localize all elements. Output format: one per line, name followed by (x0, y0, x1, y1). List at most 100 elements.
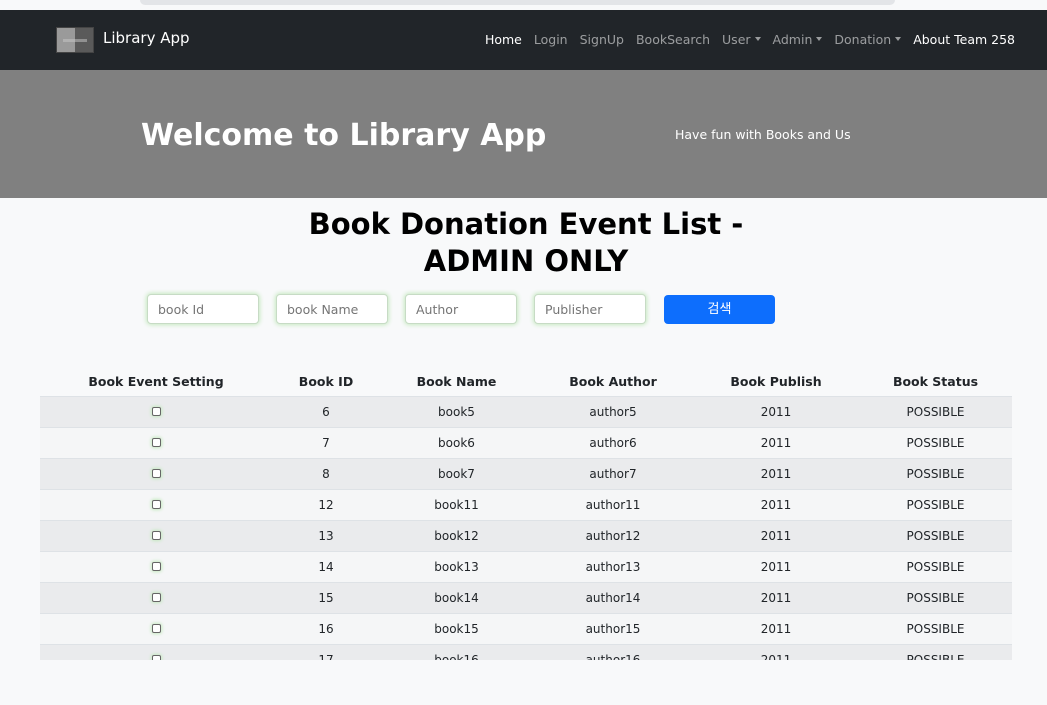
event-checkbox[interactable] (151, 499, 161, 509)
browser-top-strip (0, 0, 1047, 10)
book-name-cell: book13 (380, 550, 533, 582)
book-id-cell: 8 (272, 457, 380, 489)
book-name-cell: book12 (380, 519, 533, 551)
book-status-cell: POSSIBLE (859, 550, 1012, 582)
book-name-cell: book15 (380, 612, 533, 644)
book-author-cell: author15 (533, 612, 693, 644)
event-setting-cell (40, 519, 272, 551)
event-setting-cell (40, 581, 272, 613)
book-author-cell: author5 (533, 395, 693, 427)
nav-booksearch[interactable]: BookSearch (636, 32, 710, 47)
page-title-line1: Book Donation Event List - (308, 207, 744, 241)
logo-image[interactable] (56, 27, 94, 53)
navbar: Library App Home Login SignUp BookSearch… (0, 10, 1047, 70)
table-row: 6 book5 author5 2011 POSSIBLE (40, 395, 1012, 427)
event-table-container[interactable]: Book Event Setting Book ID Book Name Boo… (40, 366, 1012, 660)
book-name-cell: book6 (380, 426, 533, 458)
book-name-cell: book5 (380, 395, 533, 427)
book-id-cell: 12 (272, 488, 380, 520)
book-name-input[interactable] (276, 294, 388, 324)
table-header-row: Book Event Setting Book ID Book Name Boo… (40, 366, 1012, 397)
event-checkbox[interactable] (151, 530, 161, 540)
table-row: 16 book15 author15 2011 POSSIBLE (40, 612, 1012, 644)
book-publish-cell: 2011 (693, 550, 859, 582)
header-book-id: Book ID (272, 366, 380, 397)
hero-title: Welcome to Library App (141, 118, 547, 153)
event-checkbox[interactable] (151, 406, 161, 416)
book-publish-cell: 2011 (693, 581, 859, 613)
hero-banner: Welcome to Library App Have fun with Boo… (0, 70, 1047, 198)
book-author-cell: author16 (533, 643, 693, 660)
event-setting-cell (40, 457, 272, 489)
nav-admin-dropdown[interactable]: Admin (773, 32, 823, 47)
event-checkbox[interactable] (151, 654, 161, 660)
table-row: 13 book12 author12 2011 POSSIBLE (40, 519, 1012, 551)
book-status-cell: POSSIBLE (859, 488, 1012, 520)
event-setting-cell (40, 488, 272, 520)
book-author-cell: author7 (533, 457, 693, 489)
page-title-line2: ADMIN ONLY (423, 244, 629, 278)
book-author-cell: author14 (533, 581, 693, 613)
book-id-cell: 16 (272, 612, 380, 644)
event-checkbox[interactable] (151, 468, 161, 478)
hero-subtitle: Have fun with Books and Us (675, 127, 851, 142)
publisher-input[interactable] (534, 294, 646, 324)
nav-home[interactable]: Home (485, 32, 522, 47)
book-name-cell: book16 (380, 643, 533, 660)
event-setting-cell (40, 612, 272, 644)
page-title: Book Donation Event List - ADMIN ONLY (0, 206, 1047, 280)
nav-signup[interactable]: SignUp (580, 32, 624, 47)
table-row: 17 book16 author16 2011 POSSIBLE (40, 643, 1012, 660)
book-id-cell: 6 (272, 395, 380, 427)
book-id-cell: 13 (272, 519, 380, 551)
nav-login[interactable]: Login (534, 32, 568, 47)
book-author-cell: author13 (533, 550, 693, 582)
book-author-cell: author12 (533, 519, 693, 551)
table-row: 14 book13 author13 2011 POSSIBLE (40, 550, 1012, 582)
nav-donation-dropdown[interactable]: Donation (834, 32, 901, 47)
event-checkbox[interactable] (151, 592, 161, 602)
book-status-cell: POSSIBLE (859, 581, 1012, 613)
book-name-cell: book7 (380, 457, 533, 489)
header-book-status: Book Status (859, 366, 1012, 397)
search-button[interactable]: 검색 (664, 295, 775, 324)
event-checkbox[interactable] (151, 623, 161, 633)
nav-menu: Home Login SignUp BookSearch User Admin … (485, 32, 1015, 47)
book-author-cell: author6 (533, 426, 693, 458)
event-setting-cell (40, 426, 272, 458)
book-status-cell: POSSIBLE (859, 395, 1012, 427)
book-status-cell: POSSIBLE (859, 519, 1012, 551)
header-book-publish: Book Publish (693, 366, 859, 397)
address-bar-edge (140, 0, 895, 5)
book-status-cell: POSSIBLE (859, 426, 1012, 458)
book-publish-cell: 2011 (693, 457, 859, 489)
event-checkbox[interactable] (151, 437, 161, 447)
nav-about[interactable]: About Team 258 (913, 32, 1015, 47)
book-id-input[interactable] (147, 294, 259, 324)
author-input[interactable] (405, 294, 517, 324)
book-publish-cell: 2011 (693, 426, 859, 458)
header-event-setting: Book Event Setting (40, 366, 272, 397)
table-row: 12 book11 author11 2011 POSSIBLE (40, 488, 1012, 520)
header-book-author: Book Author (533, 366, 693, 397)
header-book-name: Book Name (380, 366, 533, 397)
table-row: 15 book14 author14 2011 POSSIBLE (40, 581, 1012, 613)
book-status-cell: POSSIBLE (859, 457, 1012, 489)
book-status-cell: POSSIBLE (859, 612, 1012, 644)
nav-user-dropdown[interactable]: User (722, 32, 761, 47)
book-id-cell: 17 (272, 643, 380, 660)
book-name-cell: book11 (380, 488, 533, 520)
event-checkbox[interactable] (151, 561, 161, 571)
table-row: 7 book6 author6 2011 POSSIBLE (40, 426, 1012, 458)
book-status-cell: POSSIBLE (859, 643, 1012, 660)
event-setting-cell (40, 550, 272, 582)
table-row: 8 book7 author7 2011 POSSIBLE (40, 457, 1012, 489)
book-publish-cell: 2011 (693, 488, 859, 520)
book-publish-cell: 2011 (693, 519, 859, 551)
book-id-cell: 7 (272, 426, 380, 458)
event-table: Book Event Setting Book ID Book Name Boo… (40, 366, 1012, 660)
event-setting-cell (40, 643, 272, 660)
brand-link[interactable]: Library App (103, 29, 190, 47)
book-id-cell: 15 (272, 581, 380, 613)
book-author-cell: author11 (533, 488, 693, 520)
